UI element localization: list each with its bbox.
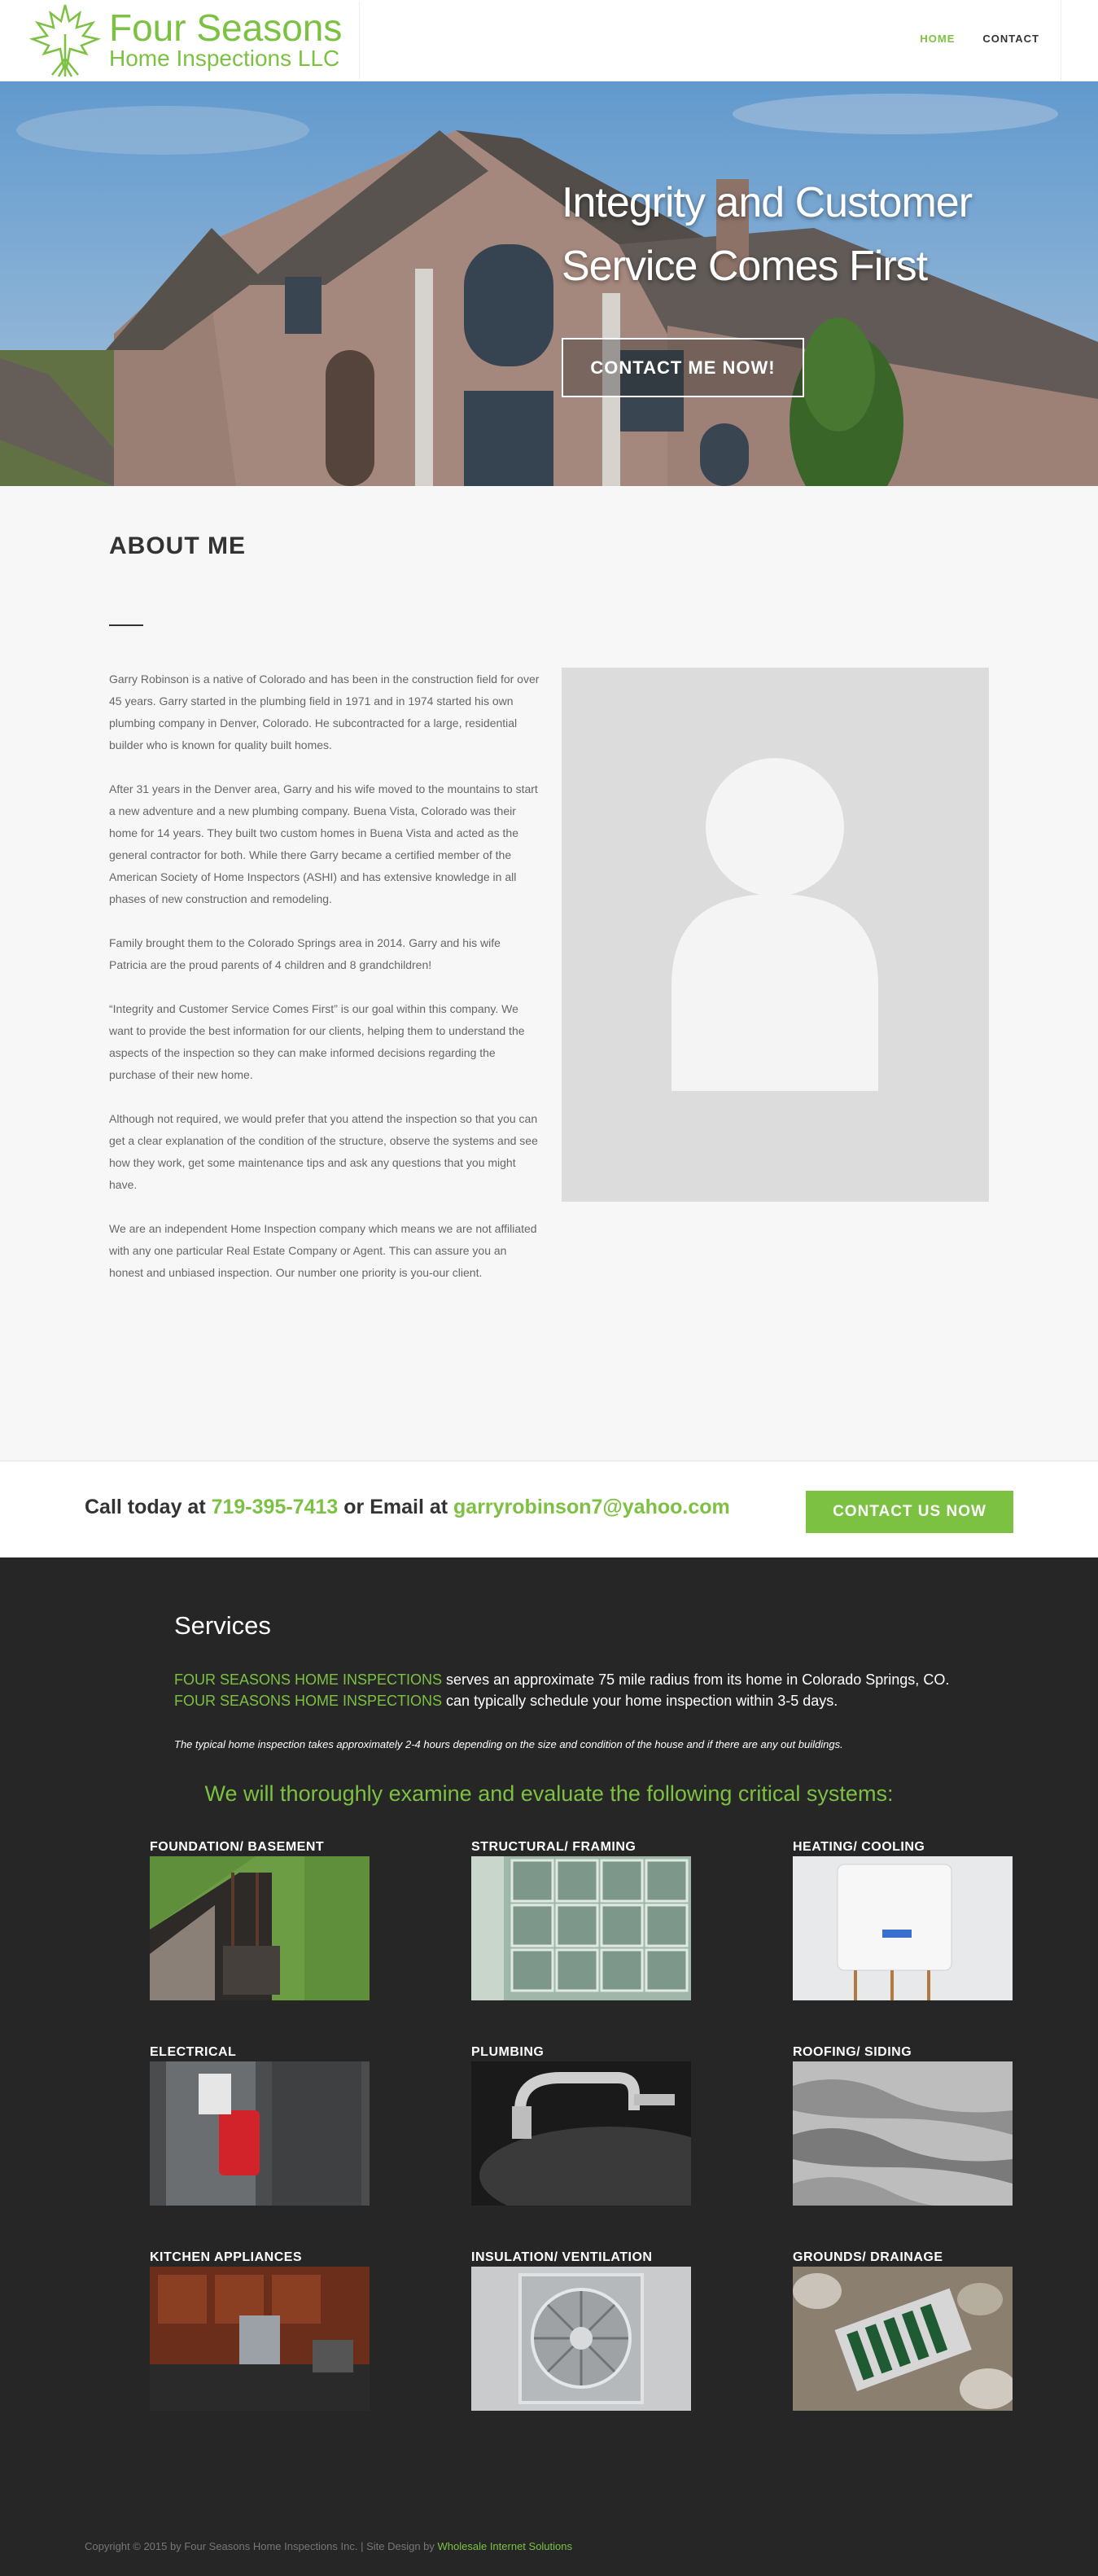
- service-label: KITCHEN APPLIANCES: [150, 2250, 303, 2264]
- water-heater-image: [793, 1856, 1013, 2000]
- drain-image: [793, 2267, 1013, 2411]
- copyright-text: Copyright © 2015 by Four Seasons Home In…: [85, 2540, 438, 2552]
- service-tile-insulation: INSULATION/ VENTILATION: [471, 2249, 691, 2411]
- service-tile-electrical: ELECTRICAL: [150, 2044, 370, 2206]
- hero-banner: Integrity and Customer Service Comes Fir…: [0, 81, 1098, 486]
- service-tile-roofing: ROOFING/ SIDING: [793, 2044, 1013, 2206]
- person-silhouette-icon: [671, 758, 878, 1091]
- logo-line1: Four Seasons: [109, 7, 343, 49]
- brand-name: FOUR SEASONS HOME INSPECTIONS: [174, 1693, 443, 1709]
- hero-title: Integrity and Customer Service Comes Fir…: [562, 179, 973, 290]
- glass-block-image: [471, 1856, 691, 2000]
- email-link[interactable]: garryrobinson7@yahoo.com: [453, 1496, 730, 1518]
- about-heading: ABOUT ME: [109, 532, 246, 559]
- service-tile-foundation: FOUNDATION/ BASEMENT: [150, 1838, 370, 2000]
- site-footer: Copyright © 2015 by Four Seasons Home In…: [85, 2540, 572, 2552]
- about-paragraph: Family brought them to the Colorado Spri…: [109, 936, 501, 971]
- about-paragraph: After 31 years in the Denver area, Garry…: [109, 782, 538, 905]
- contact-us-button[interactable]: CONTACT US NOW: [806, 1491, 1013, 1533]
- logo-line2: Home Inspections LLC: [109, 46, 340, 71]
- nav-contact[interactable]: CONTACT: [982, 33, 1039, 45]
- phone-link[interactable]: 719-395-7413: [212, 1496, 339, 1518]
- services-subheading: We will thoroughly examine and evaluate …: [204, 1781, 894, 1806]
- about-paragraph: Garry Robinson is a native of Colorado a…: [109, 672, 540, 751]
- service-label: PLUMBING: [471, 2045, 545, 2059]
- cta-prefix: Call today at: [85, 1496, 212, 1518]
- service-tile-structural: STRUCTURAL/ FRAMING: [471, 1838, 691, 2000]
- line1-text: serves an approximate 75 mile radius fro…: [442, 1671, 950, 1688]
- service-label: GROUNDS/ DRAINAGE: [793, 2250, 943, 2264]
- maple-leaf-logo-icon: [28, 4, 102, 77]
- profile-placeholder: [562, 668, 989, 1202]
- about-text: Garry Robinson is a native of Colorado a…: [109, 668, 540, 1306]
- service-label: HEATING/ COOLING: [793, 1840, 925, 1854]
- electrical-panel-image: [150, 2061, 370, 2206]
- brand-name: FOUR SEASONS HOME INSPECTIONS: [174, 1671, 443, 1688]
- service-tile-heating: HEATING/ COOLING: [793, 1838, 1013, 2000]
- site-header: Four Seasons Home Inspections LLC HOME C…: [0, 0, 1098, 81]
- about-paragraph: Although not required, we would prefer t…: [109, 1112, 538, 1191]
- service-tile-plumbing: PLUMBING: [471, 2044, 691, 2206]
- roof-tile-image: [793, 2061, 1013, 2206]
- service-label: STRUCTURAL/ FRAMING: [471, 1840, 636, 1854]
- logo-text: Four Seasons Home Inspections LLC: [109, 7, 343, 72]
- service-label: INSULATION/ VENTILATION: [471, 2250, 653, 2264]
- faucet-image: [471, 2061, 691, 2206]
- design-credit-link[interactable]: Wholesale Internet Solutions: [438, 2540, 572, 2552]
- service-label: ROOFING/ SIDING: [793, 2045, 912, 2059]
- services-line-1: FOUR SEASONS HOME INSPECTIONS serves an …: [174, 1671, 949, 1689]
- kitchen-image: [150, 2267, 370, 2411]
- service-label: ELECTRICAL: [150, 2045, 237, 2059]
- services-note: The typical home inspection takes approx…: [174, 1738, 843, 1750]
- about-paragraph: We are an independent Home Inspection co…: [109, 1222, 537, 1279]
- cta-middle: or Email at: [338, 1496, 454, 1518]
- service-tile-grounds: GROUNDS/ DRAINAGE: [793, 2249, 1013, 2411]
- nav-home[interactable]: HOME: [920, 33, 955, 45]
- services-heading: Services: [174, 1611, 271, 1640]
- call-to-action-bar: Call today at 719-395-7413 or Email at g…: [0, 1461, 1098, 1557]
- service-tile-kitchen: KITCHEN APPLIANCES: [150, 2249, 370, 2411]
- services-line-2: FOUR SEASONS HOME INSPECTIONS can typica…: [174, 1693, 838, 1710]
- about-paragraph: “Integrity and Customer Service Comes Fi…: [109, 1002, 525, 1081]
- services-section: Services FOUR SEASONS HOME INSPECTIONS s…: [0, 1557, 1098, 2576]
- foundation-image: [150, 1856, 370, 2000]
- main-nav: HOME CONTACT: [920, 33, 1039, 45]
- logo[interactable]: Four Seasons Home Inspections LLC: [24, 2, 360, 80]
- cta-text: Call today at 719-395-7413 or Email at g…: [85, 1496, 730, 1519]
- service-label: FOUNDATION/ BASEMENT: [150, 1840, 325, 1854]
- heading-rule: [109, 624, 143, 626]
- line2-text: can typically schedule your home inspect…: [442, 1693, 838, 1709]
- about-section: ABOUT ME Garry Robinson is a native of C…: [0, 486, 1098, 1461]
- vent-image: [471, 2267, 691, 2411]
- contact-me-button[interactable]: CONTACT ME NOW!: [562, 338, 804, 397]
